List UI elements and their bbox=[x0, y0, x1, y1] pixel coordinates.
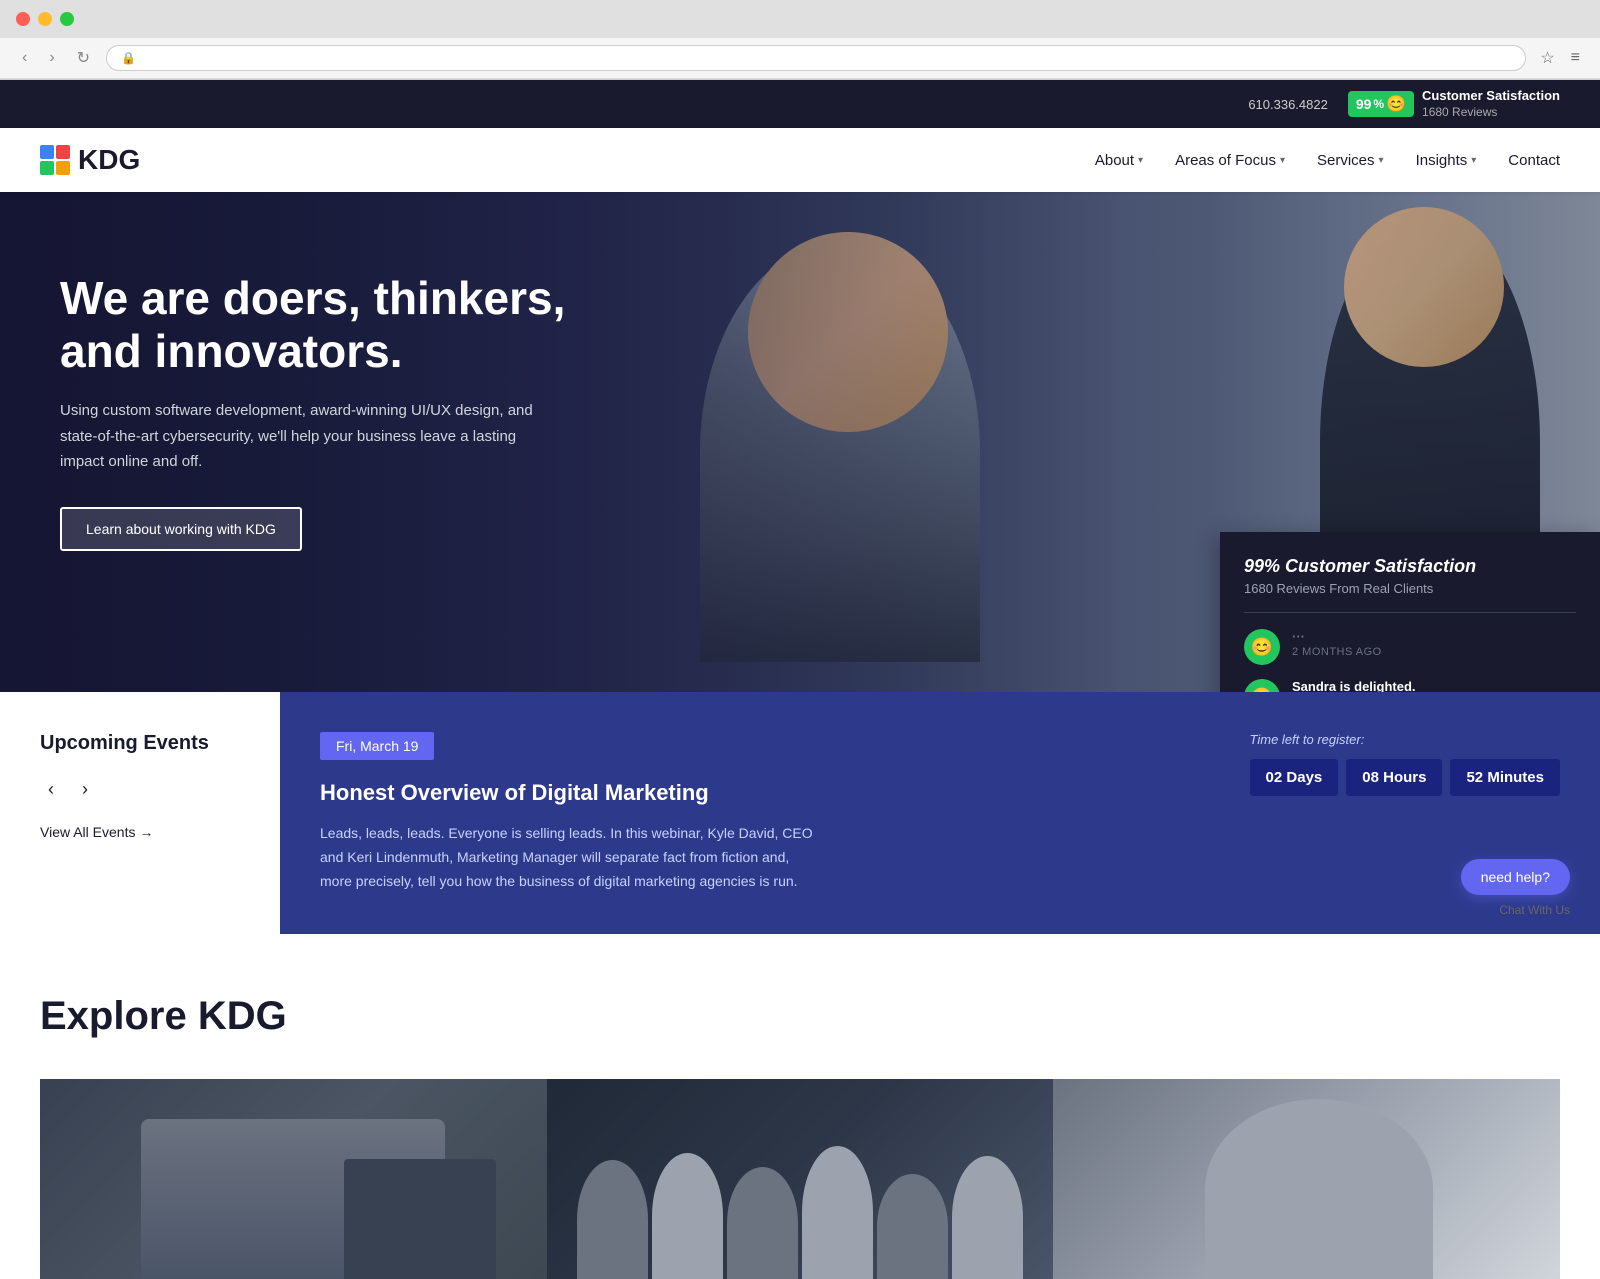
events-next-button[interactable]: › bbox=[74, 775, 96, 804]
top-bar: 610.336.4822 99 % 😊 Customer Satisfactio… bbox=[0, 80, 1600, 128]
feedback-item-partial: 😊 ··· 2 MONTHS AGO bbox=[1244, 629, 1576, 665]
timer-hours: 08 Hours bbox=[1346, 759, 1442, 796]
event-date-badge: Fri, March 19 bbox=[320, 732, 434, 760]
browser-titlebar bbox=[0, 0, 1600, 38]
browser-menu-button[interactable]: ≡ bbox=[1567, 44, 1584, 72]
events-main: Fri, March 19 Honest Overview of Digital… bbox=[280, 692, 1600, 933]
chat-widget: need help? Chat With Us bbox=[1461, 859, 1570, 917]
explore-images bbox=[40, 1079, 1560, 1279]
feedback-divider bbox=[1244, 612, 1576, 613]
explore-section: Explore KDG bbox=[0, 934, 1600, 1279]
satisfaction-percent: 99 bbox=[1356, 96, 1372, 112]
chat-label: Chat With Us bbox=[1499, 903, 1570, 917]
feedback-body-partial: ··· 2 MONTHS AGO bbox=[1292, 629, 1382, 658]
logo-square-blue bbox=[40, 145, 54, 159]
nav-links: About ▾ Areas of Focus ▾ Services ▾ Insi… bbox=[1095, 152, 1560, 169]
browser-dot-green[interactable] bbox=[60, 12, 74, 26]
events-section: Upcoming Events ‹ › View All Events → Fr… bbox=[0, 692, 1600, 933]
browser-dot-red[interactable] bbox=[16, 12, 30, 26]
feedback-avatar-1: 😊 bbox=[1244, 679, 1280, 692]
feedback-panel: 99% Customer Satisfaction 1680 Reviews F… bbox=[1220, 532, 1600, 692]
browser-bookmark-button[interactable]: ☆ bbox=[1536, 44, 1558, 72]
chat-bubble-button[interactable]: need help? bbox=[1461, 859, 1570, 895]
nav-arrow-services: ▾ bbox=[1379, 155, 1384, 166]
nav-arrow-about: ▾ bbox=[1138, 155, 1143, 166]
logo-square-green bbox=[40, 161, 54, 175]
nav-link-services[interactable]: Services ▾ bbox=[1317, 152, 1384, 169]
logo-text: KDG bbox=[78, 144, 140, 176]
satisfaction-emoji-icon: 😊 bbox=[1386, 94, 1406, 114]
nav-link-areas-of-focus[interactable]: Areas of Focus ▾ bbox=[1175, 152, 1285, 169]
hero-section: We are doers, thinkers, and innovators. … bbox=[0, 192, 1600, 692]
browser-forward-button[interactable]: › bbox=[43, 45, 60, 71]
logo-square-yellow bbox=[56, 161, 70, 175]
nav-link-insights[interactable]: Insights ▾ bbox=[1416, 152, 1477, 169]
satisfaction-bar: 99 % 😊 Customer Satisfaction 1680 Review… bbox=[1348, 88, 1560, 120]
browser-actions: ☆ ≡ bbox=[1536, 44, 1584, 72]
event-timer: Time left to register: 02 Days 08 Hours … bbox=[1250, 732, 1560, 796]
nav-arrow-insights: ▾ bbox=[1471, 155, 1476, 166]
events-title: Upcoming Events bbox=[40, 732, 240, 755]
feedback-name-1: Sandra is delighted. bbox=[1292, 679, 1416, 692]
explore-title: Explore KDG bbox=[40, 994, 1560, 1039]
event-description: Leads, leads, leads. Everyone is selling… bbox=[320, 822, 820, 893]
events-sidebar: Upcoming Events ‹ › View All Events → bbox=[0, 692, 280, 933]
timer-boxes: 02 Days 08 Hours 52 Minutes bbox=[1250, 759, 1560, 796]
hero-cta-button[interactable]: Learn about working with KDG bbox=[60, 507, 302, 551]
feedback-name-partial: ··· bbox=[1292, 629, 1382, 644]
website-container: 610.336.4822 99 % 😊 Customer Satisfactio… bbox=[0, 80, 1600, 1279]
timer-days: 02 Days bbox=[1250, 759, 1339, 796]
browser-toolbar: ‹ › ↻ 🔒 ☆ ≡ bbox=[0, 38, 1600, 79]
browser-dot-yellow[interactable] bbox=[38, 12, 52, 26]
satisfaction-text: Customer Satisfaction 1680 Reviews bbox=[1422, 88, 1560, 120]
logo-square-red bbox=[56, 145, 70, 159]
feedback-item-1: 😊 Sandra is delighted. 2 MONTHS AGO bbox=[1244, 679, 1576, 692]
logo[interactable]: KDG bbox=[40, 144, 140, 176]
browser-address-bar[interactable]: 🔒 bbox=[106, 45, 1526, 71]
hero-subtitle: Using custom software development, award… bbox=[60, 398, 540, 475]
hero-title: We are doers, thinkers, and innovators. bbox=[60, 272, 590, 378]
satisfaction-title: Customer Satisfaction bbox=[1422, 88, 1560, 105]
phone-number: 610.336.4822 bbox=[1248, 97, 1328, 112]
satisfaction-badge: 99 % 😊 bbox=[1348, 91, 1414, 117]
feedback-header: 99% Customer Satisfaction 1680 Reviews F… bbox=[1244, 556, 1576, 596]
feedback-body-1: Sandra is delighted. 2 MONTHS AGO bbox=[1292, 679, 1416, 692]
view-all-events-link[interactable]: View All Events → bbox=[40, 824, 240, 840]
satisfaction-reviews: 1680 Reviews bbox=[1422, 105, 1560, 121]
events-prev-button[interactable]: ‹ bbox=[40, 775, 62, 804]
satisfaction-percent-sign: % bbox=[1373, 97, 1384, 111]
timer-label: Time left to register: bbox=[1250, 732, 1560, 747]
feedback-avatar-partial: 😊 bbox=[1244, 629, 1280, 665]
hero-content: We are doers, thinkers, and innovators. … bbox=[0, 192, 650, 630]
nav-link-contact[interactable]: Contact bbox=[1508, 152, 1560, 169]
feedback-time-partial: 2 MONTHS AGO bbox=[1292, 646, 1382, 658]
events-nav: ‹ › bbox=[40, 775, 240, 804]
nav-link-about[interactable]: About ▾ bbox=[1095, 152, 1143, 169]
feedback-subtitle: 1680 Reviews From Real Clients bbox=[1244, 581, 1576, 596]
browser-refresh-button[interactable]: ↻ bbox=[71, 44, 96, 72]
browser-chrome: ‹ › ↻ 🔒 ☆ ≡ bbox=[0, 0, 1600, 80]
nav-arrow-areas: ▾ bbox=[1280, 155, 1285, 166]
explore-image-3 bbox=[1053, 1079, 1560, 1279]
browser-back-button[interactable]: ‹ bbox=[16, 45, 33, 71]
explore-image-1 bbox=[40, 1079, 547, 1279]
main-nav: KDG About ▾ Areas of Focus ▾ Services ▾ … bbox=[0, 128, 1600, 192]
browser-lock-icon: 🔒 bbox=[121, 51, 136, 65]
timer-minutes: 52 Minutes bbox=[1450, 759, 1560, 796]
feedback-title: 99% Customer Satisfaction bbox=[1244, 556, 1576, 577]
explore-image-2 bbox=[547, 1079, 1054, 1279]
logo-icon bbox=[40, 145, 70, 175]
